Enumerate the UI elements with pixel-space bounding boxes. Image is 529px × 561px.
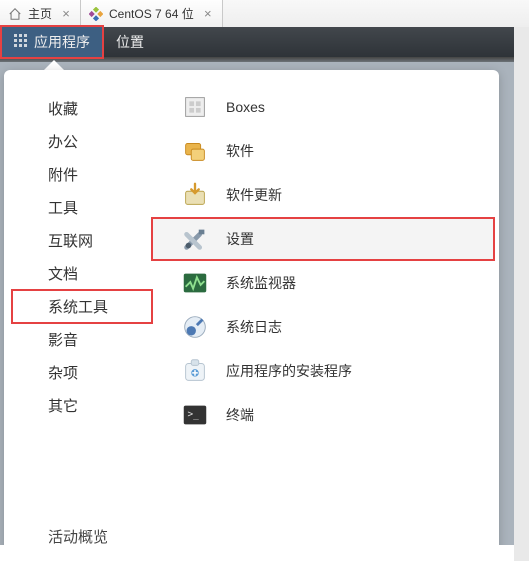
app-item-label: 终端 bbox=[226, 405, 254, 425]
gnome-topbar: 应用程序 位置 bbox=[0, 27, 514, 57]
app-item-label: 设置 bbox=[226, 229, 254, 249]
applications-popup: 收藏办公附件工具互联网文档系统工具影音杂项其它 Boxes 软件软件更新设置系统监… bbox=[4, 60, 499, 561]
boxes-icon bbox=[180, 92, 210, 122]
monitor-icon bbox=[180, 268, 210, 298]
category-label: 系统工具 bbox=[48, 299, 108, 316]
software-icon bbox=[180, 136, 210, 166]
category-2[interactable]: 附件 bbox=[12, 158, 152, 191]
category-label: 办公 bbox=[48, 134, 78, 151]
applications-label: 应用程序 bbox=[34, 32, 90, 52]
tab-label: CentOS 7 64 位 bbox=[109, 5, 194, 22]
app-item-label: Boxes bbox=[226, 99, 265, 115]
category-label: 杂项 bbox=[48, 365, 78, 382]
update-icon bbox=[180, 180, 210, 210]
bottom-band bbox=[0, 545, 514, 561]
category-6[interactable]: 系统工具 bbox=[12, 290, 152, 323]
grid-icon bbox=[14, 34, 28, 51]
settings-icon bbox=[180, 224, 210, 254]
tab-label: 主页 bbox=[28, 5, 52, 22]
category-label: 附件 bbox=[48, 167, 78, 184]
svg-text:>_: >_ bbox=[188, 409, 200, 420]
app-item-label: 系统监视器 bbox=[226, 273, 296, 293]
app-item-label: 软件 bbox=[226, 141, 254, 161]
category-list: 收藏办公附件工具互联网文档系统工具影音杂项其它 bbox=[4, 70, 152, 561]
category-label: 其它 bbox=[48, 398, 78, 415]
category-label: 互联网 bbox=[48, 233, 93, 250]
app-item-update[interactable]: 软件更新 bbox=[152, 174, 494, 216]
browser-tabs: 主页 × CentOS 7 64 位 × bbox=[0, 0, 529, 28]
category-label: 影音 bbox=[48, 332, 78, 349]
app-item-label: 应用程序的安装程序 bbox=[226, 361, 352, 381]
centos-icon bbox=[89, 7, 103, 21]
close-icon[interactable]: × bbox=[58, 6, 74, 22]
app-item-installer[interactable]: 应用程序的安装程序 bbox=[152, 350, 494, 392]
category-8[interactable]: 杂项 bbox=[12, 356, 152, 389]
category-label: 工具 bbox=[48, 200, 78, 217]
places-menu[interactable]: 位置 bbox=[104, 27, 156, 57]
home-icon bbox=[8, 7, 22, 21]
close-icon[interactable]: × bbox=[200, 6, 216, 22]
places-label: 位置 bbox=[116, 32, 144, 52]
activities-overview[interactable]: 活动概览 bbox=[48, 526, 108, 547]
category-5[interactable]: 文档 bbox=[12, 257, 152, 290]
app-item-terminal[interactable]: >_ 终端 bbox=[152, 394, 494, 436]
category-3[interactable]: 工具 bbox=[12, 191, 152, 224]
category-4[interactable]: 互联网 bbox=[12, 224, 152, 257]
app-item-software[interactable]: 软件 bbox=[152, 130, 494, 172]
app-item-boxes[interactable]: Boxes bbox=[152, 86, 494, 128]
scrollbar[interactable] bbox=[514, 27, 529, 561]
popup-panel: 收藏办公附件工具互联网文档系统工具影音杂项其它 Boxes 软件软件更新设置系统监… bbox=[4, 70, 499, 561]
category-label: 收藏 bbox=[48, 101, 78, 118]
app-item-label: 软件更新 bbox=[226, 185, 282, 205]
item-list: Boxes 软件软件更新设置系统监视器系统日志应用程序的安装程序 >_ 终端 bbox=[152, 70, 499, 561]
logs-icon bbox=[180, 312, 210, 342]
category-9[interactable]: 其它 bbox=[12, 389, 152, 422]
app-item-label: 系统日志 bbox=[226, 317, 282, 337]
terminal-icon: >_ bbox=[180, 400, 210, 430]
category-1[interactable]: 办公 bbox=[12, 125, 152, 158]
category-label: 文档 bbox=[48, 266, 78, 283]
category-7[interactable]: 影音 bbox=[12, 323, 152, 356]
category-0[interactable]: 收藏 bbox=[12, 92, 152, 125]
app-item-settings[interactable]: 设置 bbox=[152, 218, 494, 260]
popup-arrow bbox=[44, 60, 64, 70]
app-item-monitor[interactable]: 系统监视器 bbox=[152, 262, 494, 304]
tab-vm[interactable]: CentOS 7 64 位 × bbox=[81, 0, 223, 27]
applications-menu[interactable]: 应用程序 bbox=[0, 25, 104, 59]
tab-home[interactable]: 主页 × bbox=[0, 0, 81, 27]
installer-icon bbox=[180, 356, 210, 386]
app-item-logs[interactable]: 系统日志 bbox=[152, 306, 494, 348]
